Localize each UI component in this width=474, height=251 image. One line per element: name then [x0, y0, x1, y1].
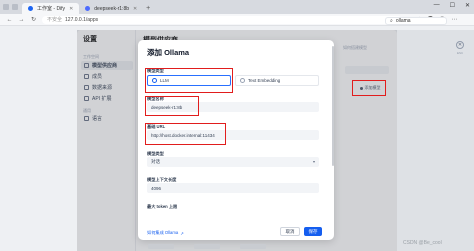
new-tab-button[interactable]: +	[143, 3, 153, 14]
dify-favicon-icon	[28, 6, 33, 11]
background-cards	[138, 241, 338, 251]
window-controls: — ☐ ✕	[434, 2, 470, 9]
option-label: Text Embedding	[248, 78, 281, 83]
external-link-icon: ↗	[180, 230, 184, 236]
tab-label: deepseek-r1:8b	[94, 5, 130, 12]
url-text: 127.0.0.1/apps	[65, 16, 99, 23]
more-icon[interactable]: ⋯	[451, 16, 457, 23]
close-window-button[interactable]: ✕	[465, 2, 470, 9]
forward-arrow-icon[interactable]: →	[18, 17, 25, 23]
context-size-input[interactable]: 4096	[147, 183, 319, 193]
help-link[interactable]: 如何集成 Ollama ↗	[147, 230, 184, 236]
provider-search-input[interactable]: ⌕ ollama	[385, 17, 447, 25]
reload-icon[interactable]: ↻	[30, 16, 37, 23]
tab-deepseek[interactable]: deepseek-r1:8b ✕	[79, 3, 143, 14]
minimize-button[interactable]: —	[434, 2, 440, 9]
model-type-embedding-option[interactable]: Text Embedding	[235, 75, 319, 86]
annotation-box-add-model	[352, 80, 386, 96]
insecure-warning: 不安全	[47, 17, 63, 23]
annotation-box-model-name	[145, 96, 199, 116]
browser-tab-bar: 工作室 - Dify ✕ deepseek-r1:8b ✕ + — ☐ ✕	[0, 0, 474, 14]
chevron-down-icon: ▾	[312, 159, 315, 164]
cancel-button[interactable]: 取消	[280, 227, 300, 236]
tab-dify[interactable]: 工作室 - Dify ✕	[22, 3, 80, 14]
tab-close-icon[interactable]: ✕	[133, 6, 137, 12]
card-placeholder	[148, 243, 174, 249]
radio-unselected-icon	[240, 78, 245, 83]
annotation-box-base-url	[145, 123, 226, 145]
annotation-box-model-type	[145, 68, 233, 93]
search-icon: ⌕	[390, 18, 393, 24]
model-kind-value: 对话	[151, 159, 160, 164]
url-field[interactable]: 不安全 127.0.0.1/apps	[42, 15, 402, 24]
modal-title: 添加 Ollama	[147, 48, 190, 57]
save-button[interactable]: 保存	[304, 227, 322, 236]
tab-close-icon[interactable]: ✕	[69, 6, 73, 12]
deepseek-favicon-icon	[85, 6, 91, 11]
model-kind-select[interactable]: 对话 ▾	[147, 157, 319, 167]
search-value: ollama	[395, 18, 411, 24]
back-arrow-icon[interactable]: ←	[6, 17, 13, 23]
modal-scrollbar[interactable]	[332, 46, 334, 166]
window-menu[interactable]	[3, 4, 18, 10]
maximize-button[interactable]: ☐	[450, 2, 455, 9]
watermark: CSDN @Be_cool	[403, 240, 442, 246]
tab-label: 工作室 - Dify	[37, 6, 66, 12]
modal-footer: 如何集成 Ollama ↗ 取消 保存	[138, 224, 334, 240]
backdrop-right	[397, 30, 474, 251]
card-placeholder	[194, 243, 220, 249]
help-link-label: 如何集成 Ollama	[147, 230, 179, 235]
card-placeholder	[240, 243, 266, 249]
max-token-label: 最大 token 上限	[147, 204, 178, 209]
